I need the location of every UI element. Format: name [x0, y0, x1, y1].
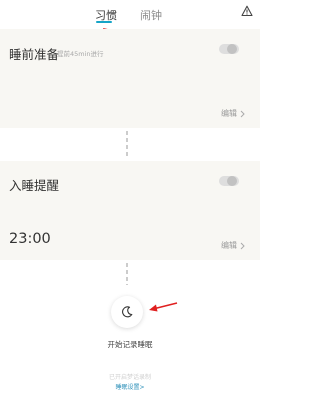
edit-label: 编辑 — [221, 109, 237, 118]
start-sleep-record-button[interactable] — [111, 296, 143, 328]
reminder-time[interactable]: 23:00 — [9, 231, 51, 247]
dream-talk-status: 已开启梦话录制 — [108, 374, 151, 381]
sleep-reminder-card: 入睡提醒 23:00 编辑 — [0, 161, 260, 260]
sleep-reminder-toggle[interactable] — [219, 176, 239, 186]
card-title: 睡前准备 — [9, 47, 60, 62]
start-record-label: 开始记录睡眠 — [107, 340, 153, 349]
top-tab-bar: 习惯 闹钟 — [0, 0, 260, 28]
toggle-knob — [227, 176, 237, 186]
sleep-settings-link[interactable]: 睡眠设置> — [0, 382, 260, 391]
tab-alarm[interactable]: 闹钟 — [140, 7, 162, 23]
annotation-arrow-icon — [149, 302, 178, 312]
edit-label: 编辑 — [221, 241, 237, 250]
chevron-right-icon — [240, 242, 245, 249]
sleep-prep-card: 睡前准备 提前45min进行 编辑 — [0, 29, 260, 128]
sleep-prep-edit-link[interactable]: 编辑 — [221, 108, 245, 119]
dashed-connector — [126, 263, 128, 285]
sleep-reminder-edit-link[interactable]: 编辑 — [221, 240, 245, 251]
dashed-connector — [126, 131, 128, 156]
moon-icon — [122, 306, 133, 318]
sleep-prep-toggle[interactable] — [219, 44, 239, 54]
card-title: 入睡提醒 — [9, 178, 60, 193]
card-hint: 提前45min进行 — [57, 50, 104, 58]
active-tab-indicator — [96, 21, 112, 23]
chevron-right-icon — [240, 110, 245, 117]
toggle-knob — [227, 44, 237, 54]
sleep-habit-screen: 习惯 闹钟 睡前准备 提前45min进行 编辑 入睡提醒 23:00 编辑 开始… — [0, 0, 260, 417]
warning-triangle-icon[interactable] — [241, 5, 253, 17]
